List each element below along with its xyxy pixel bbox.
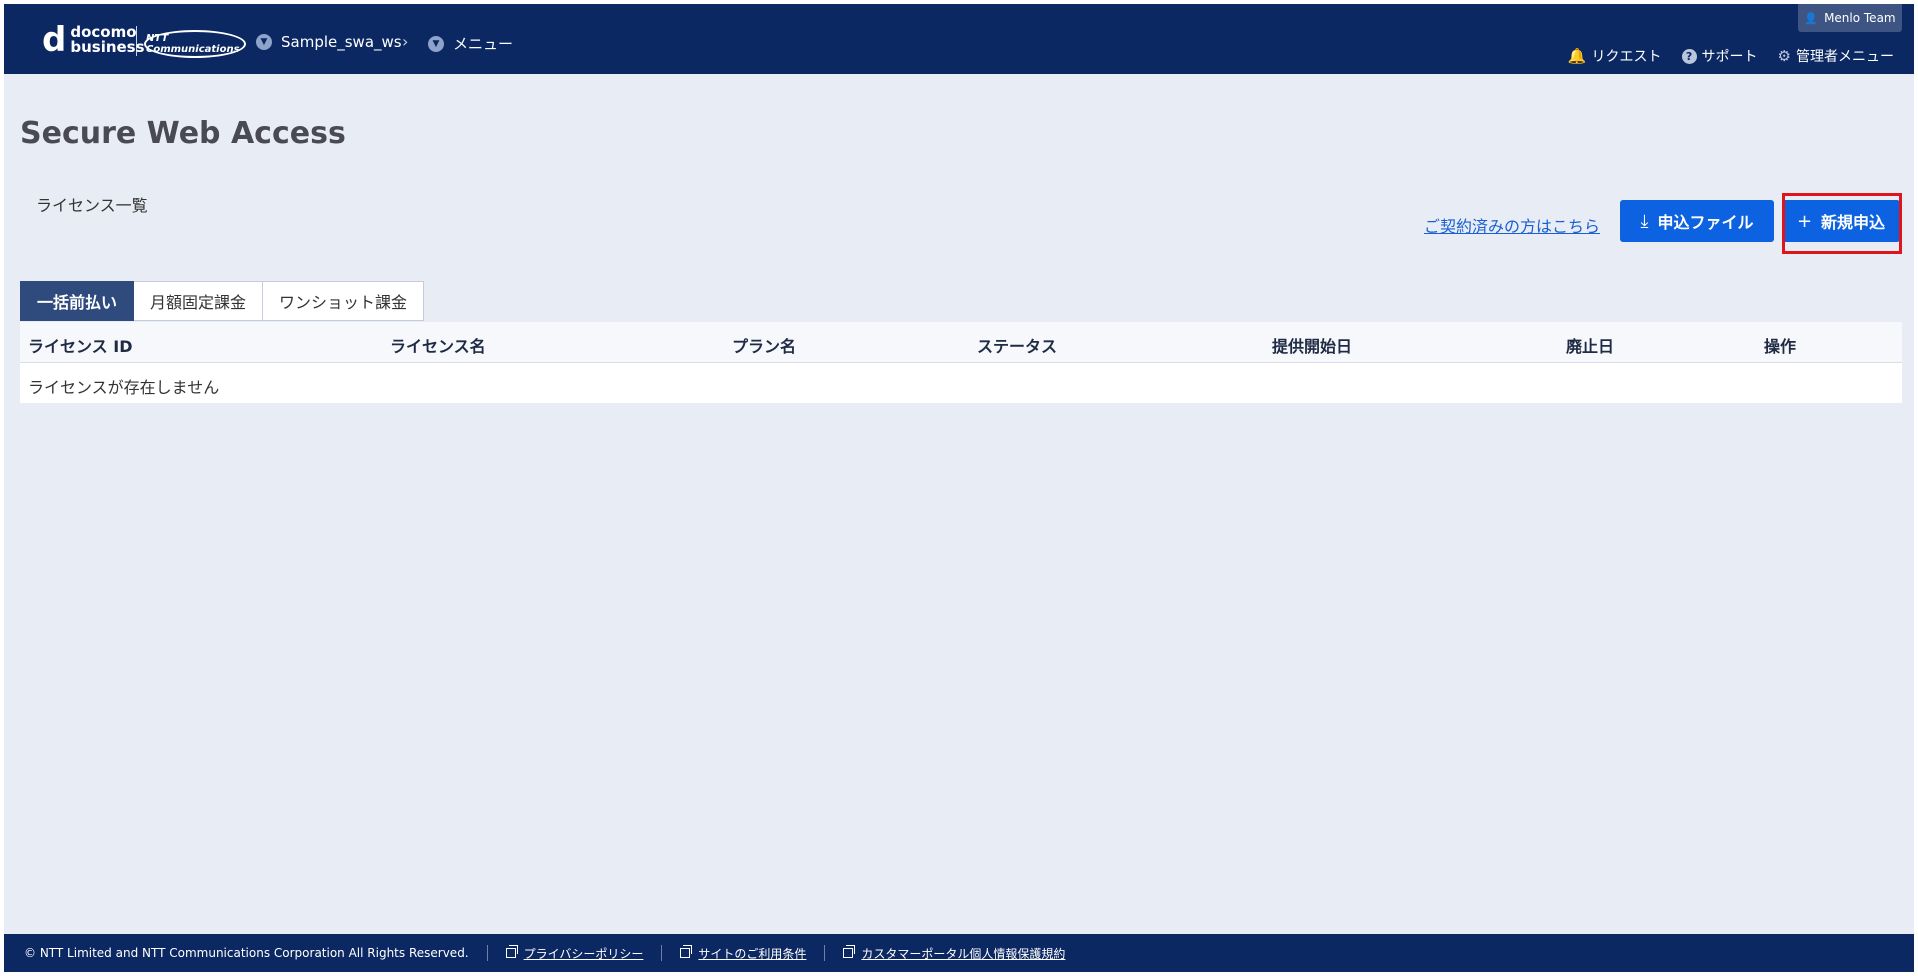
copyright: © NTT Limited and NTT Communications Cor… [24, 946, 469, 960]
tab-one-shot[interactable]: ワンショット課金 [263, 281, 425, 321]
footer-divider [661, 945, 663, 961]
footer-divider [824, 945, 826, 961]
terms-of-use-link[interactable]: サイトのご利用条件 [680, 945, 806, 962]
download-icon: ⤓ [1640, 210, 1649, 232]
application-file-label: 申込ファイル [1657, 213, 1754, 232]
col-action: 操作 [1764, 337, 1797, 356]
col-license-name: ライセンス名 [390, 337, 486, 356]
docomo-d-mark: d [42, 20, 67, 60]
docomo-business-logo[interactable]: d docomo business [42, 22, 145, 58]
col-end-date: 廃止日 [1566, 337, 1615, 356]
external-link-icon [680, 945, 693, 958]
external-link-icon [843, 945, 856, 958]
new-application-button[interactable]: + 新規申込 [1782, 200, 1900, 242]
app-frame: d docomo business NTT Communications ▼ S… [4, 4, 1914, 972]
col-license-id: ライセンス ID [28, 337, 133, 356]
privacy-policy-label: プライバシーポリシー [523, 946, 644, 961]
application-file-button[interactable]: ⤓ 申込ファイル [1620, 200, 1774, 242]
tab-monthly-fixed[interactable]: 月額固定課金 [134, 281, 264, 321]
breadcrumb-workspace[interactable]: ▼ Sample_swa_ws [256, 33, 402, 51]
top-header: d docomo business NTT Communications ▼ S… [4, 4, 1914, 74]
col-status: ステータス [977, 337, 1058, 356]
terms-of-use-label: サイトのご利用条件 [698, 946, 807, 961]
logo-word-business: business [70, 38, 145, 56]
header-links: 🔔 リクエスト ? サポート ⚙ 管理者メニュー [1568, 46, 1894, 66]
breadcrumb-menu-label: メニュー [453, 35, 514, 53]
request-link[interactable]: 🔔 リクエスト [1568, 46, 1662, 66]
privacy-policy-link[interactable]: プライバシーポリシー [505, 945, 644, 962]
customer-privacy-label: カスタマーポータル個人情報保護規約 [861, 946, 1066, 961]
breadcrumb-menu[interactable]: ▼ メニュー [428, 33, 513, 54]
docomo-wordmark: docomo business [70, 25, 144, 55]
tab-prepaid[interactable]: 一括前払い [20, 281, 135, 321]
external-link-icon [505, 945, 518, 958]
support-label: サポート [1701, 49, 1758, 65]
chevron-right-icon: › [402, 32, 409, 51]
ntt-communications-logo: NTT Communications [144, 30, 246, 58]
contracted-customer-link[interactable]: ご契約済みの方はこちら [1424, 213, 1600, 237]
gear-icon: ⚙ [1777, 47, 1791, 65]
new-application-label: 新規申込 [1821, 213, 1886, 232]
section-label: ライセンス一覧 [36, 196, 148, 215]
ntt-logo-text: NTT Communications [146, 33, 240, 55]
admin-menu-label: 管理者メニュー [1796, 49, 1894, 65]
question-icon: ? [1681, 48, 1697, 64]
footer: © NTT Limited and NTT Communications Cor… [4, 934, 1914, 972]
support-link[interactable]: ? サポート [1681, 46, 1758, 66]
table-header: ライセンス ID ライセンス名 プラン名 ステータス 提供開始日 廃止日 操作 [20, 322, 1902, 363]
page-title: Secure Web Access [20, 116, 346, 151]
col-start-date: 提供開始日 [1272, 337, 1353, 356]
breadcrumb-workspace-label: Sample_swa_ws [281, 33, 402, 51]
chevron-down-icon: ▼ [256, 34, 272, 50]
user-icon: 👤 [1804, 11, 1819, 25]
customer-privacy-link[interactable]: カスタマーポータル個人情報保護規約 [843, 945, 1065, 962]
bell-icon: 🔔 [1567, 47, 1587, 65]
user-menu-button[interactable]: 👤 Menlo Team [1798, 4, 1902, 32]
license-table: ライセンス ID ライセンス名 プラン名 ステータス 提供開始日 廃止日 操作 … [20, 322, 1902, 403]
footer-divider [486, 945, 488, 961]
user-label: Menlo Team [1824, 11, 1896, 25]
empty-message: ライセンスが存在しません [28, 378, 220, 397]
request-label: リクエスト [1591, 49, 1662, 65]
plus-icon: + [1796, 210, 1813, 232]
chevron-down-icon: ▼ [428, 35, 444, 52]
admin-menu-link[interactable]: ⚙ 管理者メニュー [1778, 46, 1894, 66]
col-plan-name: プラン名 [732, 337, 797, 356]
logo-divider [136, 26, 137, 56]
table-row: ライセンスが存在しません [20, 363, 1902, 403]
billing-tabs: 一括前払い 月額固定課金 ワンショット課金 [20, 281, 425, 321]
